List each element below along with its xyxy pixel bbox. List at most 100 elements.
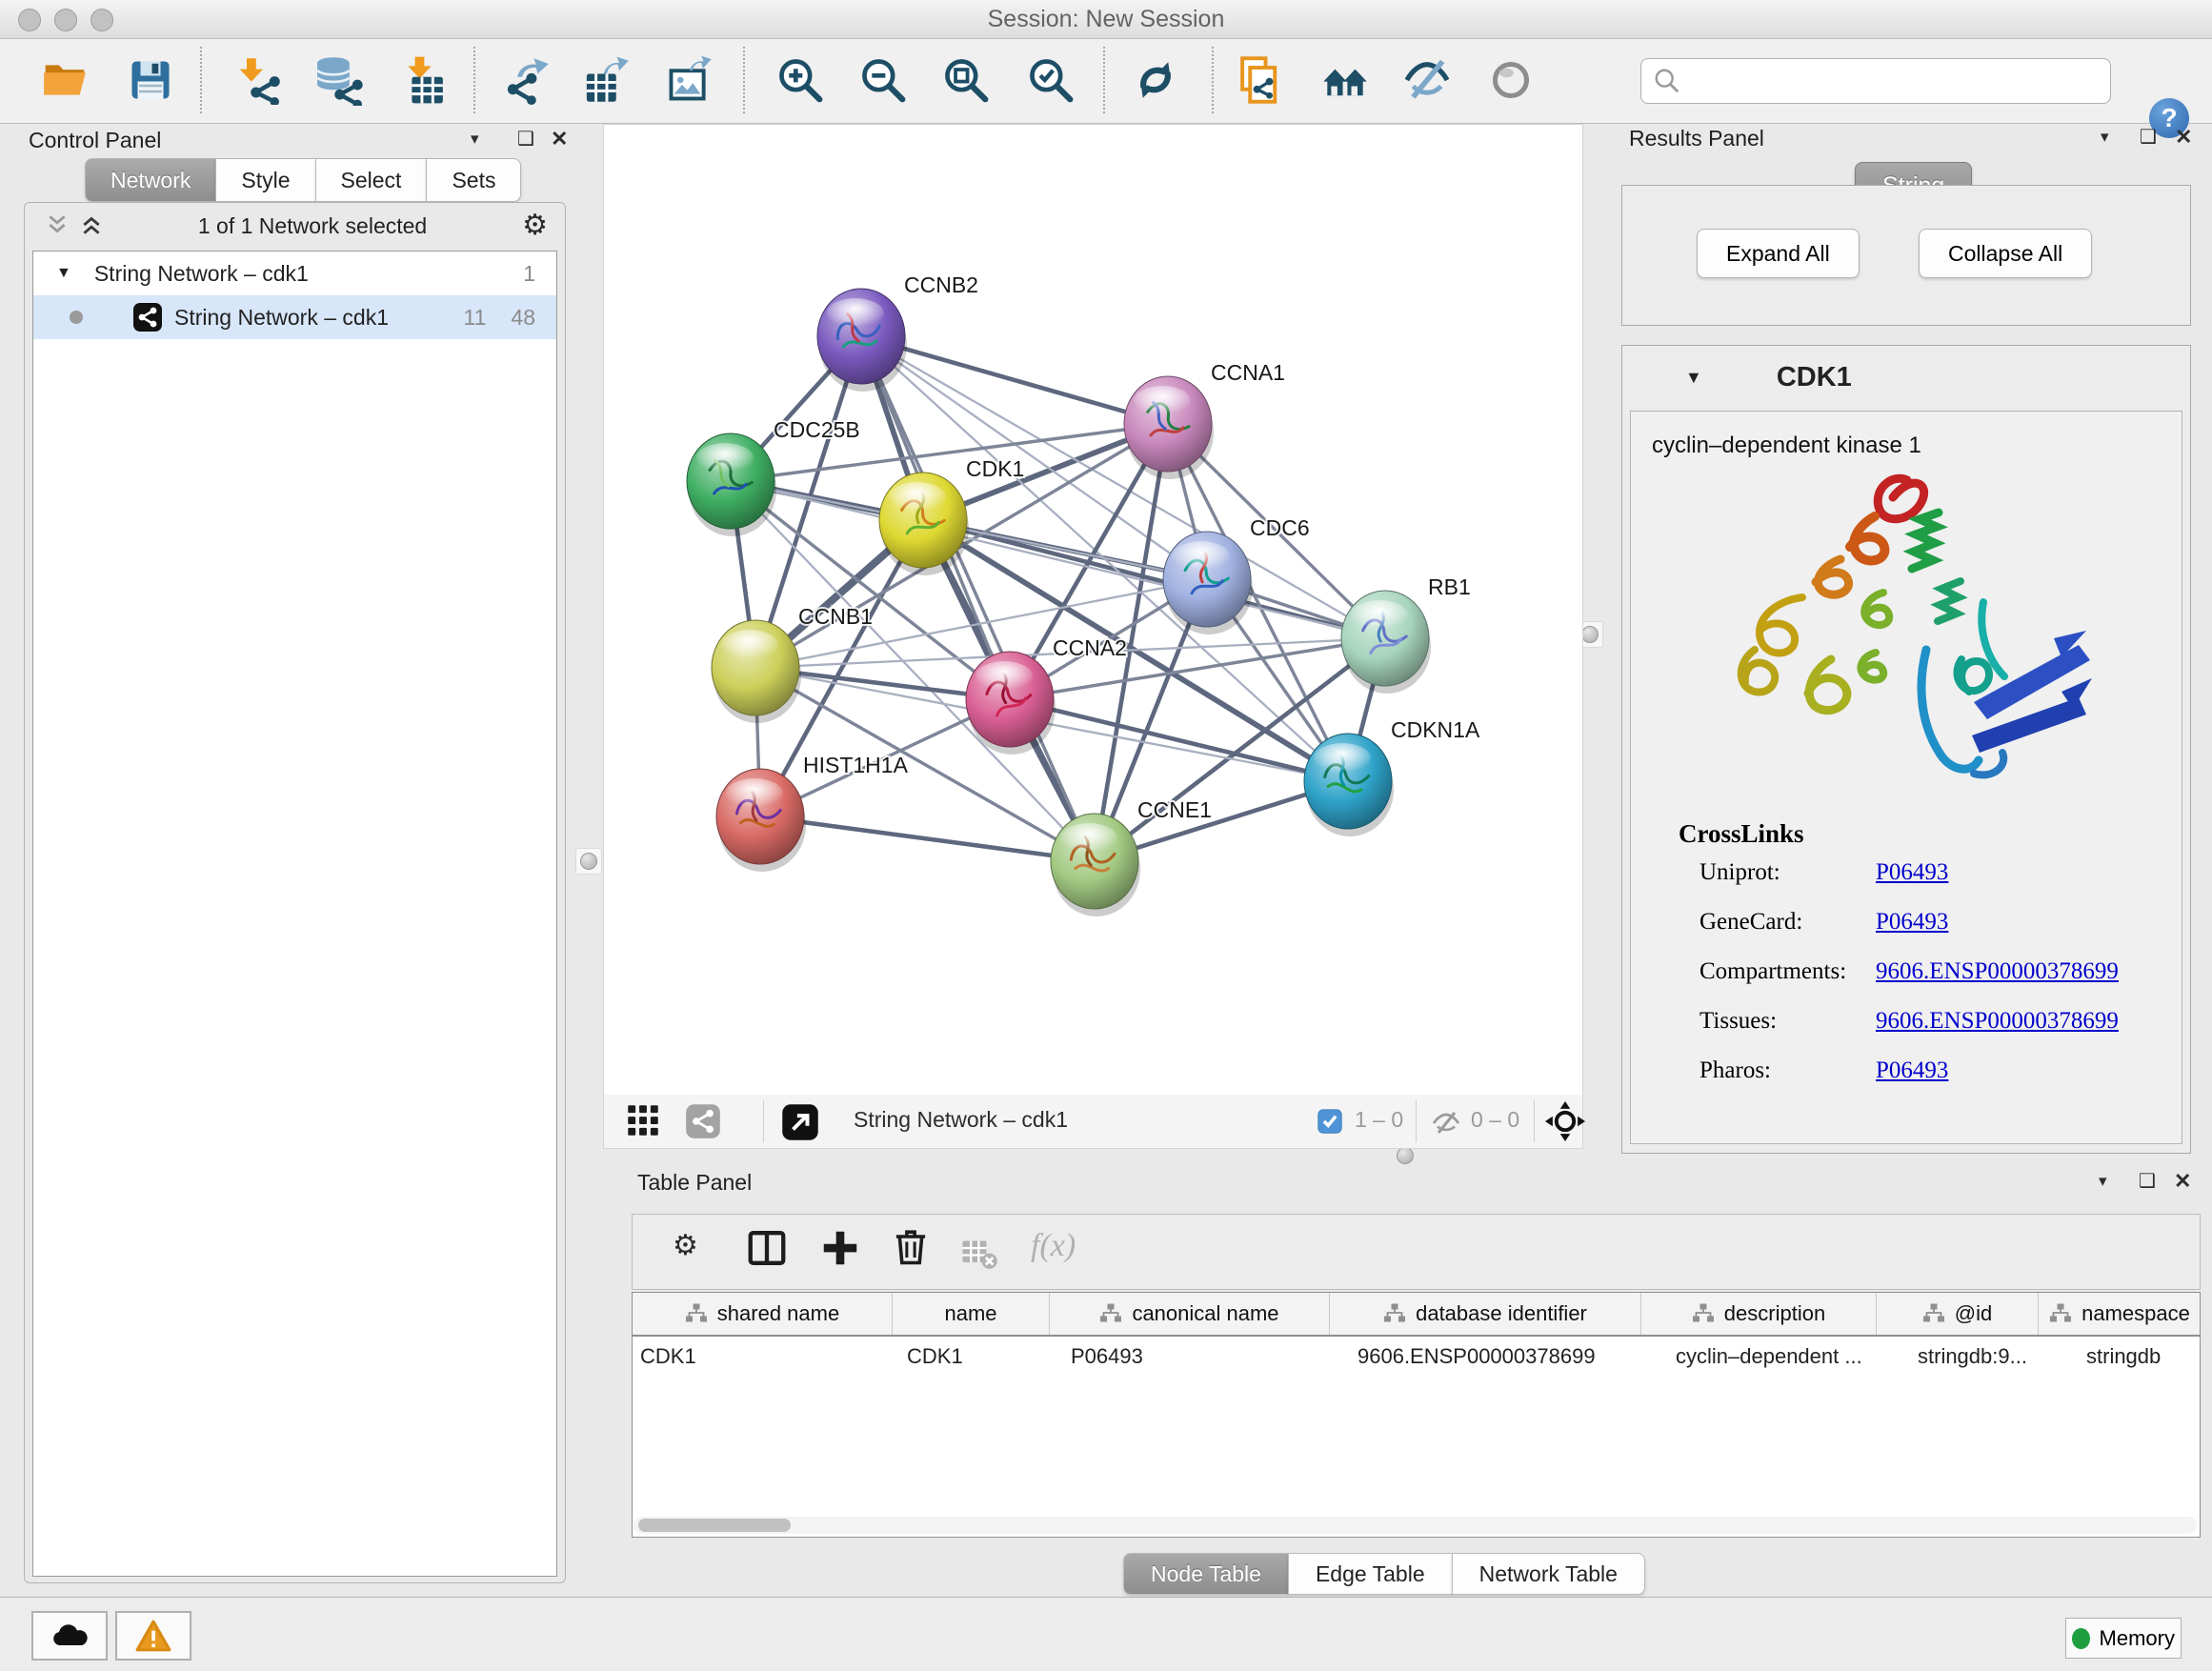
tab-style[interactable]: Style <box>215 158 315 202</box>
birds-eye-view-button[interactable] <box>781 1103 819 1144</box>
disclosure-triangle-icon[interactable]: ▼ <box>56 265 71 282</box>
table-cell[interactable]: stringdb <box>2079 1337 2201 1377</box>
export-table-button[interactable] <box>577 50 636 110</box>
control-panel-close-button[interactable]: ✕ <box>551 127 568 151</box>
delete-column-button[interactable] <box>890 1226 932 1271</box>
control-panel-menu-button[interactable]: ▾ <box>471 130 479 149</box>
crosslink-link[interactable]: 9606.ENSP00000378699 <box>1876 1008 2119 1057</box>
column-header--id[interactable]: @id <box>1877 1293 2039 1335</box>
control-panel-float-button[interactable]: ❑ <box>517 127 534 151</box>
import-network-button[interactable] <box>230 50 289 110</box>
tab-edge-table[interactable]: Edge Table <box>1288 1553 1453 1595</box>
table-panel-close-button[interactable]: ✕ <box>2174 1169 2191 1194</box>
import-network-from-database-button[interactable] <box>309 50 368 110</box>
crosslink-label: Pharos: <box>1699 1057 1876 1107</box>
table-panel-menu-button[interactable]: ▾ <box>2099 1172 2107 1191</box>
network-view-share-button[interactable] <box>685 1103 721 1142</box>
plus-icon <box>818 1226 862 1270</box>
double-chevron-down-icon <box>46 213 69 236</box>
crosslink-link[interactable]: 9606.ENSP00000378699 <box>1876 958 2119 1008</box>
network-node-rb1[interactable]: RB1 <box>1341 574 1471 694</box>
hide-glass-button[interactable] <box>1398 50 1457 110</box>
function-builder-icon[interactable]: f(x) <box>1031 1228 1076 1264</box>
network-collection-row[interactable]: ▼ String Network – cdk1 1 <box>33 252 556 295</box>
show-columns-button[interactable] <box>745 1226 789 1273</box>
export-image-button[interactable] <box>660 50 719 110</box>
toolbar-separator <box>743 47 745 113</box>
gene-entry-header[interactable]: ▼ CDK1 <box>1622 346 2190 409</box>
create-column-button[interactable] <box>818 1226 862 1273</box>
show-glass-button[interactable] <box>1481 50 1540 110</box>
network-node-cdkn1a[interactable]: CDKN1A <box>1304 717 1480 836</box>
table-cell[interactable]: stringdb:9... <box>1910 1337 2079 1377</box>
open-session-button[interactable] <box>35 50 94 110</box>
zoom-fit-button[interactable] <box>936 50 995 110</box>
entry-disclosure-triangle-icon[interactable]: ▼ <box>1685 368 1702 388</box>
cloud-status-button[interactable] <box>31 1611 108 1661</box>
tab-sets[interactable]: Sets <box>426 158 521 202</box>
network-node-cdc25b[interactable]: CDC25B <box>687 417 860 536</box>
results-panel-menu-button[interactable]: ▾ <box>2101 128 2109 147</box>
results-panel-close-button[interactable]: ✕ <box>2175 125 2192 150</box>
tab-node-table[interactable]: Node Table <box>1123 1553 1289 1595</box>
network-row[interactable]: String Network – cdk1 11 48 <box>33 295 556 339</box>
network-node-cdc6[interactable]: CDC6 <box>1163 515 1310 634</box>
column-header-canonical-name[interactable]: canonical name <box>1050 1293 1330 1335</box>
hierarchy-icon <box>685 1302 708 1325</box>
results-panel-float-button[interactable]: ❑ <box>2140 125 2157 149</box>
hidden-eye-slash-icon[interactable] <box>1431 1108 1461 1138</box>
collapse-all-networks-button[interactable] <box>46 213 69 239</box>
tab-network-table[interactable]: Network Table <box>1452 1553 1645 1595</box>
tab-select[interactable]: Select <box>315 158 428 202</box>
import-table-button[interactable] <box>396 50 455 110</box>
warning-status-button[interactable] <box>115 1611 191 1661</box>
table-cell[interactable]: CDK1 <box>633 1337 899 1377</box>
table-cell[interactable]: CDK1 <box>899 1337 1063 1377</box>
column-header-description[interactable]: description <box>1641 1293 1877 1335</box>
zoom-in-button[interactable] <box>771 50 830 110</box>
network-canvas[interactable]: CCNB2CCNA1CDC25BCDK1CDC6RB1CCNB1CCNA2CDK… <box>603 124 1583 1096</box>
crosslink-link[interactable]: P06493 <box>1876 1057 1948 1107</box>
column-header-namespace[interactable]: namespace <box>2039 1293 2201 1335</box>
network-node-hist1h1a[interactable]: HIST1H1A <box>716 753 909 872</box>
tab-network[interactable]: Network <box>85 158 216 202</box>
table-cell[interactable]: cyclin–dependent ... <box>1668 1337 1910 1377</box>
crosslink-row: Uniprot:P06493 <box>1699 859 2166 909</box>
collapse-all-button[interactable]: Collapse All <box>1919 229 2092 278</box>
expand-all-button[interactable]: Expand All <box>1697 229 1860 278</box>
column-header-database-identifier[interactable]: database identifier <box>1330 1293 1641 1335</box>
refresh-view-button[interactable] <box>1126 50 1185 110</box>
table-options-gear-button[interactable]: ⚙ <box>673 1232 698 1260</box>
network-edge[interactable] <box>861 336 1095 861</box>
memory-button[interactable]: Memory <box>2065 1618 2182 1659</box>
network-node-ccnb2[interactable]: CCNB2 <box>817 272 978 392</box>
expand-all-networks-button[interactable] <box>80 213 103 239</box>
column-header-name[interactable]: name <box>893 1293 1050 1335</box>
string-home-button[interactable] <box>1316 50 1375 110</box>
network-edge[interactable] <box>760 816 1095 861</box>
crosslink-link[interactable]: P06493 <box>1876 909 1948 958</box>
scrollbar-thumb[interactable] <box>638 1519 791 1532</box>
table-cell[interactable]: P06493 <box>1063 1337 1350 1377</box>
search-input[interactable] <box>1689 68 2110 94</box>
network-edge[interactable] <box>1010 699 1348 781</box>
grid-view-button[interactable] <box>626 1103 660 1140</box>
crosslink-link[interactable]: P06493 <box>1876 859 1948 909</box>
network-node-cdk1[interactable]: CDK1 <box>879 456 1024 575</box>
save-session-button[interactable] <box>121 50 180 110</box>
left-splitter-handle[interactable] <box>575 848 602 875</box>
clone-network-button[interactable] <box>1230 50 1289 110</box>
export-network-button[interactable] <box>497 50 556 110</box>
table-cell[interactable]: 9606.ENSP00000378699 <box>1350 1337 1668 1377</box>
fit-content-crosshair-button[interactable] <box>1545 1101 1585 1144</box>
table-panel-float-button[interactable]: ❑ <box>2139 1169 2156 1193</box>
table-horizontal-scrollbar[interactable] <box>633 1517 2197 1534</box>
zoom-selected-button[interactable] <box>1021 50 1080 110</box>
network-edge[interactable] <box>861 336 1168 424</box>
selected-checkbox-icon[interactable] <box>1317 1108 1343 1135</box>
table-row[interactable]: CDK1CDK1P064939606.ENSP00000378699cyclin… <box>633 1337 2200 1377</box>
column-header-shared-name[interactable]: shared name <box>633 1293 893 1335</box>
network-options-gear-button[interactable]: ⚙ <box>522 211 548 240</box>
delete-table-button[interactable] <box>960 1234 998 1275</box>
zoom-out-button[interactable] <box>854 50 913 110</box>
